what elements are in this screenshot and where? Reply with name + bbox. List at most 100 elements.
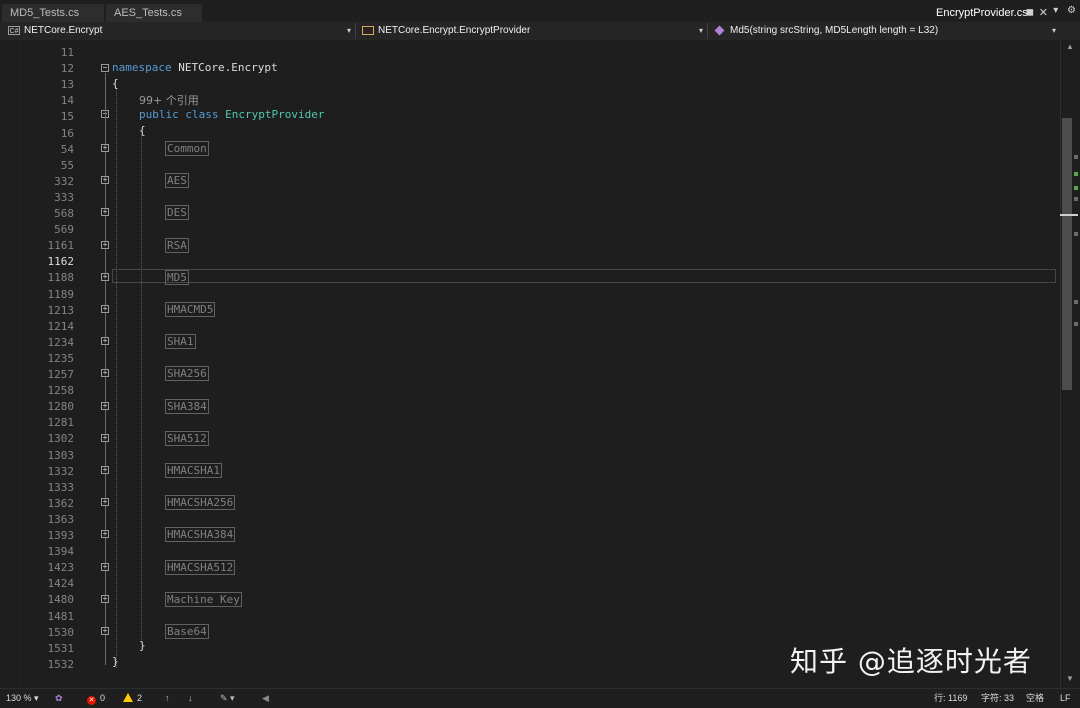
expand-region-icon[interactable]: + (101, 208, 109, 217)
expand-region-icon[interactable]: + (101, 272, 109, 281)
scroll-left-icon[interactable]: ◀ (262, 692, 269, 705)
collapsed-region[interactable]: MD5 (165, 269, 189, 285)
namespace-keyword: namespace (112, 61, 172, 74)
collapsed-region[interactable]: HMACSHA256 (165, 495, 236, 511)
warning-count-value: 2 (137, 693, 143, 703)
class-close-brace: } (139, 639, 146, 652)
expand-region-icon[interactable]: + (101, 401, 109, 410)
collapsed-region[interactable]: HMACSHA512 (165, 559, 236, 575)
gear-icon[interactable]: ⚙ (1067, 5, 1076, 16)
tab-encrypt-provider[interactable]: EncryptProvider.cs ◼ ✕ (928, 4, 1056, 22)
line-number: 1393 (47, 529, 75, 542)
collapsed-region[interactable]: AES (165, 173, 189, 189)
line-number: 1303 (47, 448, 75, 462)
scroll-marker-change (1074, 186, 1078, 190)
line-number: 1362 (47, 496, 75, 510)
document-tab-bar: MD5_Tests.cs AES_Tests.cs EncryptProvide… (0, 0, 1080, 23)
line-number: 568 (54, 207, 74, 220)
line-number: 1394 (47, 545, 75, 559)
line-number: 1480 (47, 593, 75, 607)
expand-region-icon[interactable]: + (101, 176, 109, 185)
line-number: 569 (54, 223, 74, 237)
codelens-references[interactable]: 99+ 个引用 (139, 92, 199, 108)
expand-region-icon[interactable]: + (101, 240, 109, 249)
class-dropdown[interactable]: NETCore.Encrypt.EncryptProvider ▾ (356, 23, 708, 39)
class-keyword: class (185, 108, 219, 121)
collapsed-region[interactable]: Base64 (165, 624, 209, 639)
collapsed-region[interactable]: SHA512 (165, 430, 209, 446)
arrow-up-icon[interactable]: ↑ (165, 692, 170, 705)
collapsed-region[interactable]: HMACSHA1 (165, 463, 222, 478)
collapsed-region[interactable]: HMACSHA384 (165, 527, 236, 543)
scrollbar-thumb[interactable] (1062, 118, 1072, 390)
tab-md5-tests[interactable]: MD5_Tests.cs (2, 4, 104, 22)
whitespace-indicator[interactable]: 空格 (1026, 692, 1044, 705)
collapsed-region[interactable]: SHA1 (165, 334, 196, 350)
expand-region-icon[interactable]: + (101, 144, 109, 152)
line-number: 1531 (47, 641, 75, 655)
scroll-marker (1074, 322, 1078, 326)
scroll-up-icon[interactable]: ▲ (1066, 42, 1074, 51)
collapse-namespace-icon[interactable]: − (101, 64, 109, 72)
error-count-value: 0 (100, 693, 106, 703)
expand-region-icon[interactable]: + (101, 369, 109, 378)
chevron-down-icon: ▾ (1051, 26, 1056, 35)
collapsed-region[interactable]: SHA256 (165, 366, 209, 382)
scroll-marker-change (1074, 172, 1078, 176)
error-count[interactable]: ✕ 0 (87, 692, 105, 705)
project-dropdown[interactable]: C# NETCore.Encrypt ▾ (2, 23, 356, 39)
expand-region-icon[interactable]: + (101, 433, 109, 442)
char-indicator[interactable]: 字符: 33 (981, 692, 1014, 705)
eol-indicator[interactable]: LF (1060, 692, 1071, 705)
collapsed-region[interactable]: RSA (165, 237, 189, 253)
tab-tools: ▾ ⚙ (1047, 5, 1076, 16)
line-number: 1530 (47, 625, 75, 639)
collapsed-region[interactable]: HMACMD5 (165, 302, 216, 317)
caret-position-marker (1060, 214, 1078, 216)
tab-label: MD5_Tests.cs (10, 7, 80, 19)
class-label: NETCore.Encrypt.EncryptProvider (378, 25, 531, 36)
expand-region-icon[interactable]: + (101, 594, 109, 603)
collapsed-region[interactable]: SHA384 (165, 398, 209, 414)
chevron-down-icon: ▾ (34, 693, 39, 703)
expand-region-icon[interactable]: + (101, 466, 109, 474)
code-cleanup-icon[interactable]: ✎ ▾ (220, 692, 235, 705)
line-number: 1214 (47, 319, 75, 333)
line-number: 12 (60, 62, 74, 76)
line-number: 1281 (47, 416, 75, 430)
expand-region-icon[interactable]: + (101, 627, 109, 635)
expand-region-icon[interactable]: + (101, 530, 109, 539)
warning-count[interactable]: 2 (123, 692, 142, 705)
member-dropdown[interactable]: Md5(string srcString, MD5Length length =… (708, 23, 1060, 39)
line-number: 1213 (47, 303, 75, 317)
pin-icon[interactable]: ◼ (1026, 4, 1034, 22)
tab-list-dropdown-icon[interactable]: ▾ (1053, 5, 1058, 16)
indent-guide (116, 88, 117, 668)
line-number: 1423 (47, 561, 75, 575)
copilot-icon[interactable]: ✿ (55, 692, 63, 705)
line-number: 1189 (47, 287, 75, 301)
collapsed-region[interactable]: DES (165, 205, 189, 221)
status-bar: 130 % ▾ ✿ ✕ 0 2 ↑ ↓ ✎ ▾ ◀ 行: 1169 字符: 33 … (0, 688, 1080, 708)
collapsed-region[interactable]: Common (165, 141, 209, 156)
scroll-down-icon[interactable]: ▼ (1066, 674, 1074, 683)
line-number: 1161 (47, 239, 75, 253)
expand-region-icon[interactable]: + (101, 498, 109, 507)
warning-icon (123, 693, 133, 702)
line-number: 332 (54, 174, 74, 188)
method-icon (714, 25, 725, 36)
code-editor[interactable]: 11 12 13 14 15 16 54 55 332 333 568 569 1161 1162 1188… (0, 40, 1060, 688)
arrow-down-icon[interactable]: ↓ (188, 692, 193, 705)
line-indicator[interactable]: 行: 1169 (934, 692, 967, 705)
collapsed-region[interactable]: Machine Key (165, 591, 242, 607)
indent-guide (141, 135, 142, 640)
navigation-bar: C# NETCore.Encrypt ▾ NETCore.Encrypt.Enc… (0, 22, 1080, 41)
expand-region-icon[interactable]: + (101, 337, 109, 346)
zoom-dropdown[interactable]: 130 % ▾ (6, 692, 39, 705)
tab-aes-tests[interactable]: AES_Tests.cs (106, 4, 202, 22)
expand-region-icon[interactable]: + (101, 305, 109, 313)
expand-region-icon[interactable]: + (101, 562, 109, 571)
namespace-declaration: namespace NETCore.Encrypt (112, 61, 278, 74)
namespace-open-brace: { (112, 77, 119, 90)
line-number: 13 (60, 78, 74, 92)
